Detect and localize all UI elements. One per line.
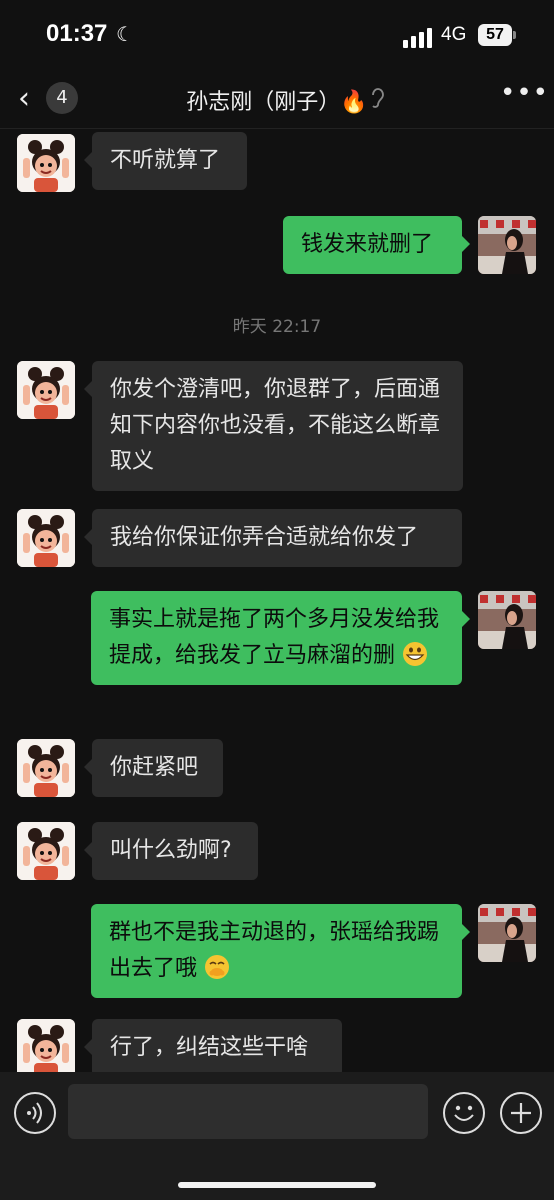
message-list: 不听就算了 钱发来就删了 昨天 22:17 你发个澄清吧，你退群了，后面通知下内… xyxy=(0,128,554,1072)
voice-icon[interactable] xyxy=(14,1092,56,1134)
message-bubble-outgoing: 钱发来就删了 xyxy=(283,216,470,274)
message-bubble-outgoing: 事实上就是拖了两个多月没发给我提成，给我发了立马麻溜的删 xyxy=(91,591,470,685)
battery-indicator: 57 xyxy=(478,24,516,46)
my-avatar[interactable] xyxy=(478,904,536,962)
message-text: 你发个澄清吧，你退群了，后面通知下内容你也没看，不能这么断章取义 xyxy=(110,377,441,474)
contact-avatar[interactable] xyxy=(17,1019,75,1072)
my-avatar[interactable] xyxy=(478,591,536,649)
message-bubble-incoming: 我给你保证你弄合适就给你发了 xyxy=(84,509,462,567)
my-avatar[interactable] xyxy=(478,216,536,274)
giggle-emoji-icon xyxy=(205,955,230,979)
status-time: 01:37 xyxy=(46,20,108,47)
grinning-emoji-icon xyxy=(403,642,428,666)
message-bubble-incoming: 叫什么劲啊? xyxy=(84,822,258,880)
status-bar: 01:37 ☾ 4G 57 xyxy=(0,0,554,74)
emoji-icon[interactable] xyxy=(443,1092,485,1134)
ear-icon xyxy=(372,88,384,108)
input-bar xyxy=(0,1072,554,1200)
message-bubble-incoming: 行了，纠结这些干啥 xyxy=(84,1019,342,1072)
contact-avatar[interactable] xyxy=(17,822,75,880)
contact-avatar[interactable] xyxy=(17,134,75,192)
contact-avatar[interactable] xyxy=(17,739,75,797)
contact-avatar[interactable] xyxy=(17,509,75,567)
message-text: 钱发来就删了 xyxy=(301,232,434,257)
more-icon[interactable]: ••• xyxy=(500,78,549,108)
contact-avatar[interactable] xyxy=(17,361,75,419)
moon-icon: ☾ xyxy=(116,22,134,46)
chat-header: ‹ 4 孙志刚（刚子）🔥 ••• xyxy=(0,74,554,129)
message-text: 行了，纠结这些干啥 xyxy=(110,1035,309,1060)
message-text: 我给你保证你弄合适就给你发了 xyxy=(110,525,419,550)
message-text: 事实上就是拖了两个多月没发给我提成，给我发了立马麻溜的删 xyxy=(109,607,440,668)
signal-icon xyxy=(403,28,433,48)
message-bubble-incoming: 你赶紧吧 xyxy=(84,739,223,797)
home-indicator xyxy=(178,1182,376,1188)
message-text: 不听就算了 xyxy=(110,148,221,173)
network-type: 4G xyxy=(441,24,467,45)
message-timestamp: 昨天 22:17 xyxy=(232,317,322,337)
chat-title: 孙志刚（刚子）🔥 xyxy=(186,90,368,115)
message-input[interactable] xyxy=(68,1084,428,1139)
message-text: 你赶紧吧 xyxy=(110,755,199,780)
plus-icon[interactable] xyxy=(500,1092,542,1134)
message-bubble-outgoing: 群也不是我主动退的，张瑶给我踢出去了哦 xyxy=(91,904,470,998)
message-text: 叫什么劲啊? xyxy=(110,838,232,863)
message-bubble-incoming: 你发个澄清吧，你退群了，后面通知下内容你也没看，不能这么断章取义 xyxy=(84,361,463,491)
message-text: 群也不是我主动退的，张瑶给我踢出去了哦 xyxy=(109,920,440,981)
message-bubble-incoming: 不听就算了 xyxy=(84,132,247,190)
